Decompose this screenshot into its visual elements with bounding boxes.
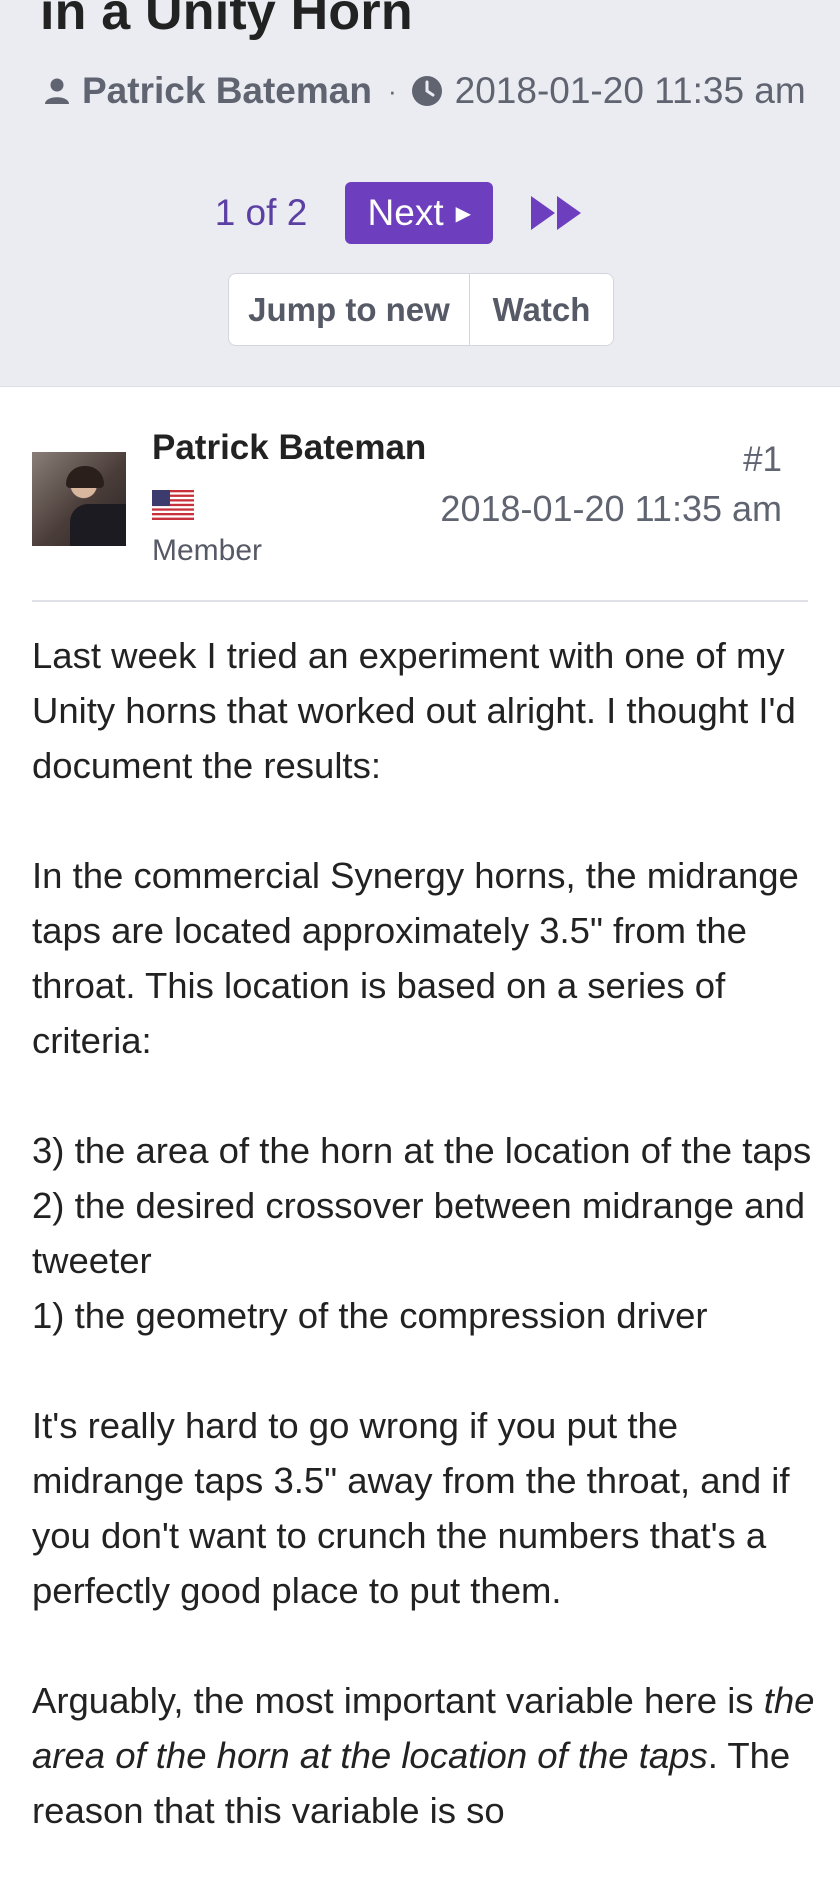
thread-actions: Jump to new Watch	[228, 273, 614, 346]
post-header: Patrick Bateman Member #1 2018-01-20 11:…	[0, 386, 840, 601]
user-role: Member	[152, 534, 263, 567]
post-body: Last week I tried an experiment with one…	[32, 628, 822, 1893]
thread-author-link[interactable]: Patrick Bateman	[82, 70, 372, 112]
post-date[interactable]: 2018-01-20 11:35 am	[440, 488, 782, 530]
post-username[interactable]: Patrick Bateman	[152, 428, 426, 468]
text-segment: Arguably, the most important variable he…	[32, 1680, 764, 1721]
criteria-item: 1) the geometry of the compression drive…	[32, 1295, 708, 1336]
thread-header: in a Unity Horn Patrick Bateman · 2018-0…	[0, 0, 840, 386]
post-paragraph: It's really hard to go wrong if you put …	[32, 1405, 790, 1611]
post-number-link[interactable]: #1	[743, 440, 782, 480]
thread-title: in a Unity Horn	[40, 0, 413, 41]
next-label: Next	[367, 192, 444, 233]
last-page-button[interactable]	[529, 194, 585, 232]
avatar[interactable]	[32, 452, 126, 546]
criteria-list: 3) the area of the horn at the location …	[32, 1123, 822, 1343]
thread-date[interactable]: 2018-01-20 11:35 am	[455, 70, 806, 112]
caret-right-icon: ▶	[455, 202, 472, 225]
post-paragraph: Last week I tried an experiment with one…	[32, 635, 796, 786]
post-paragraph-last: Arguably, the most important variable he…	[32, 1673, 822, 1838]
avatar-suit	[70, 504, 126, 546]
user-icon	[45, 78, 69, 104]
avatar-hair	[66, 466, 104, 488]
clock-icon	[411, 76, 442, 106]
meta-separator: ·	[387, 75, 397, 106]
criteria-item: 2) the desired crossover between midrang…	[32, 1185, 806, 1281]
post-divider	[32, 600, 808, 602]
watch-button[interactable]: Watch	[470, 274, 613, 345]
criteria-item: 3) the area of the horn at the location …	[32, 1130, 812, 1171]
last-page-icon	[531, 196, 582, 230]
page-indicator[interactable]: 1 of 2	[215, 192, 308, 234]
pagination: 1 of 2 Next ▶	[0, 180, 840, 246]
jump-to-new-button[interactable]: Jump to new	[229, 274, 470, 345]
thread-meta: Patrick Bateman · 2018-01-20 11:35 am	[44, 68, 806, 114]
us-flag-icon	[152, 490, 194, 520]
next-page-button[interactable]: Next ▶	[345, 182, 494, 244]
post-paragraph: In the commercial Synergy horns, the mid…	[32, 855, 799, 1061]
